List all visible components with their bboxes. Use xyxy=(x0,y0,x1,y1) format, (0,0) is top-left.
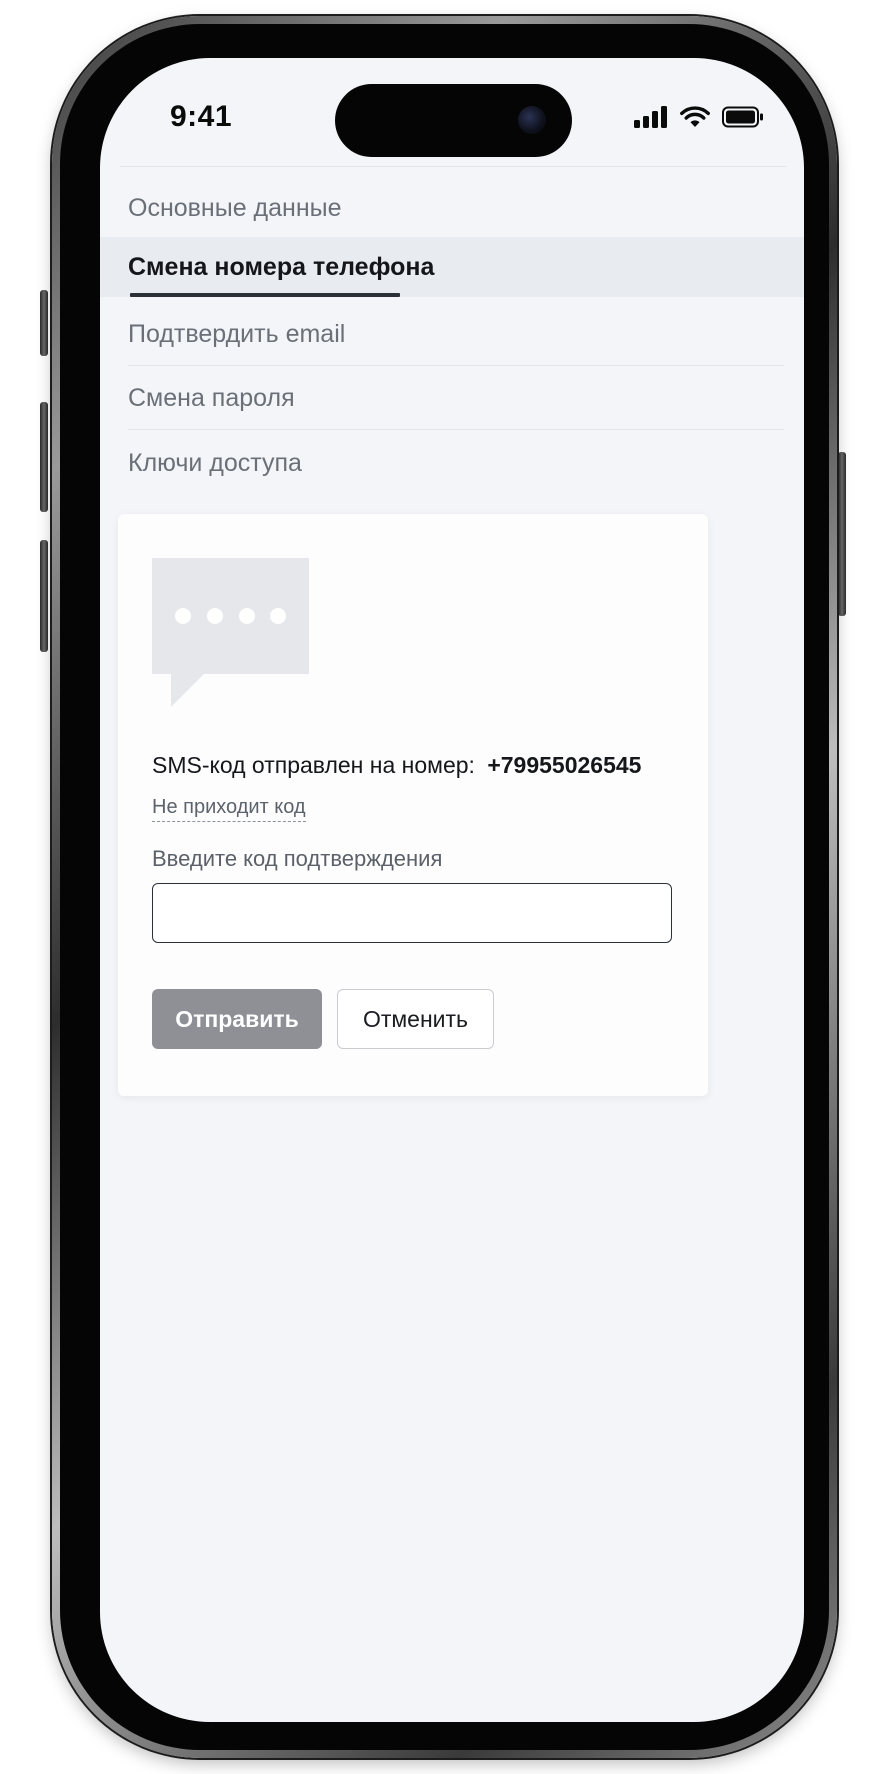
dynamic-island xyxy=(335,84,572,157)
confirmation-code-input[interactable] xyxy=(152,883,672,943)
menu-item-basic-data[interactable]: Основные данные xyxy=(128,194,784,223)
send-button[interactable]: Отправить xyxy=(152,989,322,1049)
status-time: 9:41 xyxy=(170,100,233,133)
menu-item-confirm-email[interactable]: Подтвердить email xyxy=(128,320,784,366)
top-divider xyxy=(120,166,786,167)
sms-bubble-icon xyxy=(152,558,309,707)
power-button xyxy=(838,452,846,616)
menu-item-change-password[interactable]: Смена пароля xyxy=(128,384,784,430)
screen: 9:41 Основные данные Смена номера телефо… xyxy=(100,58,804,1722)
phone-frame: 9:41 Основные данные Смена номера телефо… xyxy=(52,16,837,1758)
status-icons xyxy=(634,106,764,128)
menu-item-access-keys[interactable]: Ключи доступа xyxy=(128,449,784,478)
signal-icon xyxy=(634,106,667,128)
camera-icon xyxy=(518,106,546,134)
sms-sent-text: SMS-код отправлен на номер: xyxy=(152,752,475,778)
action-button xyxy=(40,290,48,356)
device-mockup: 9:41 Основные данные Смена номера телефо… xyxy=(0,0,887,1774)
code-field-label: Введите код подтверждения xyxy=(152,846,443,871)
active-tab-underline xyxy=(130,293,400,297)
no-code-link[interactable]: Не приходит код xyxy=(152,796,306,822)
wifi-icon xyxy=(680,106,710,127)
volume-down-button xyxy=(40,540,48,652)
volume-up-button xyxy=(40,402,48,512)
menu-item-change-phone[interactable]: Смена номера телефона xyxy=(128,237,434,297)
phone-number: +79955026545 xyxy=(487,752,642,778)
sms-sent-message: SMS-код отправлен на номер: +79955026545 xyxy=(152,752,641,779)
phone-bezel: 9:41 Основные данные Смена номера телефо… xyxy=(60,24,829,1750)
cancel-button[interactable]: Отменить xyxy=(337,989,494,1049)
battery-icon xyxy=(722,106,763,128)
sms-confirmation-card: SMS-код отправлен на номер: +79955026545… xyxy=(118,514,708,1096)
